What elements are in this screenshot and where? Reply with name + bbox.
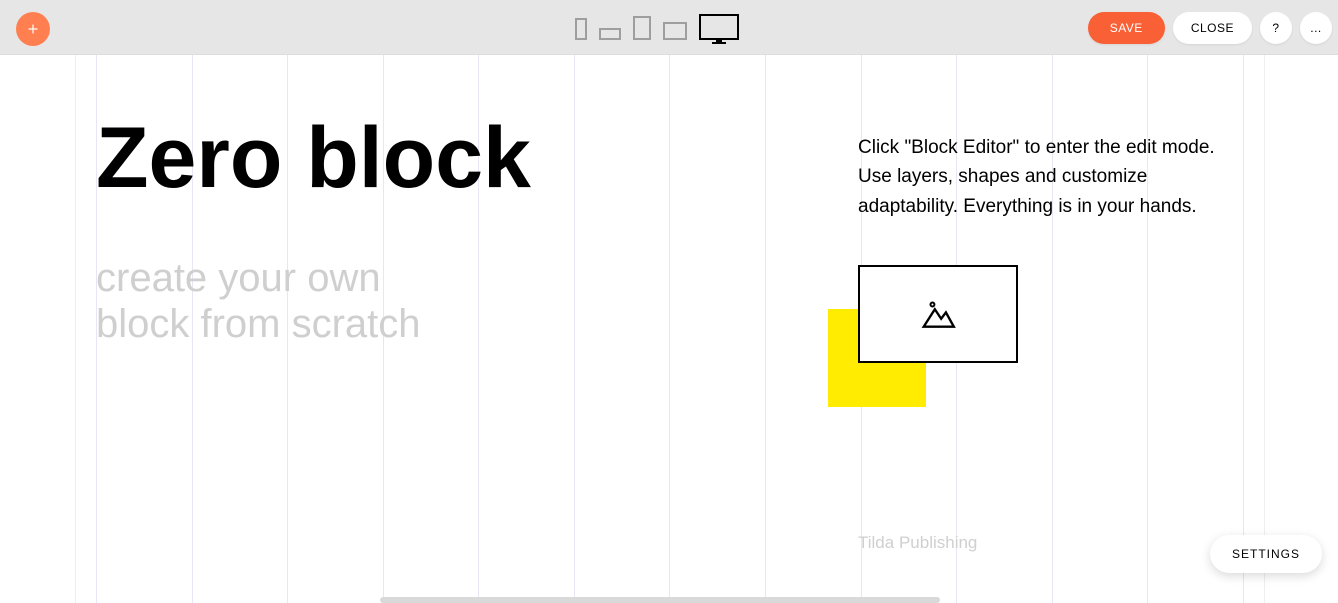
headline-text[interactable]: Zero block	[96, 115, 531, 201]
device-phone-portrait[interactable]	[575, 18, 587, 40]
plus-icon	[26, 22, 40, 36]
image-placeholder[interactable]	[858, 265, 1018, 363]
device-phone-landscape[interactable]	[599, 28, 621, 40]
settings-button[interactable]: SETTINGS	[1210, 535, 1322, 573]
device-desktop[interactable]	[699, 14, 739, 40]
help-button[interactable]: ?	[1260, 12, 1292, 44]
credit-text[interactable]: Tilda Publishing	[858, 533, 977, 553]
add-block-button[interactable]	[16, 12, 50, 46]
top-actions: SAVE CLOSE ? ...	[1088, 12, 1332, 44]
save-button[interactable]: SAVE	[1088, 12, 1165, 44]
editor-canvas[interactable]: Zero block create your own block from sc…	[75, 55, 1265, 603]
device-tablet-portrait[interactable]	[633, 16, 651, 40]
top-toolbar: SAVE CLOSE ? ...	[0, 0, 1338, 55]
close-button[interactable]: CLOSE	[1173, 12, 1252, 44]
subheadline-text[interactable]: create your own block from scratch	[96, 255, 421, 347]
mountain-image-icon	[919, 295, 957, 333]
body-text[interactable]: Click "Block Editor" to enter the edit m…	[858, 133, 1248, 221]
horizontal-scrollbar[interactable]	[380, 597, 940, 603]
more-button[interactable]: ...	[1300, 12, 1332, 44]
device-tablet-landscape[interactable]	[663, 22, 687, 40]
device-preview-switcher	[575, 14, 739, 40]
